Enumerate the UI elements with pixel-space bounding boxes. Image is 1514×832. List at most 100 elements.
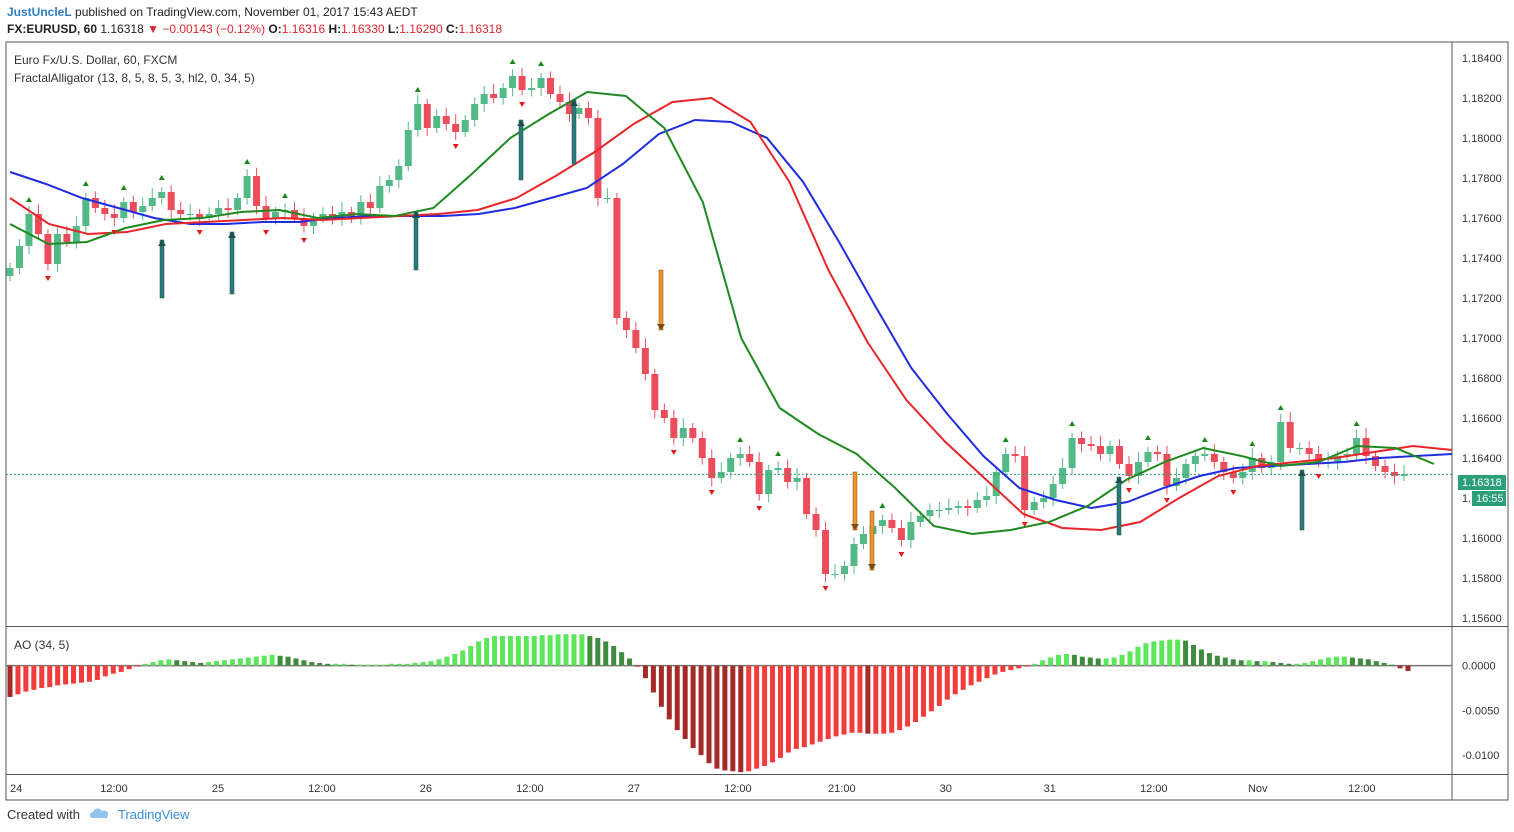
time-tick-label: Nov (1248, 783, 1268, 795)
candle-body (594, 118, 602, 198)
price-tick-label: 1.16000 (1462, 533, 1502, 545)
fractal-up-marker (282, 193, 289, 198)
price-tick-label: 1.18000 (1462, 133, 1502, 145)
candle-body (660, 410, 668, 418)
candle-body (717, 472, 725, 478)
ao-bar (1071, 654, 1077, 666)
chart-canvas[interactable]: 1.18400 1.18200 1.18000 1.17800 1.17600 1.174… (0, 0, 1514, 832)
ao-bar (936, 665, 942, 706)
price-tick-label: 1.15600 (1462, 613, 1502, 625)
ao-bar (706, 665, 712, 764)
ao-bar (714, 665, 720, 769)
candle-body (556, 94, 564, 102)
fractal-down-marker (263, 230, 270, 235)
candle-body (82, 198, 90, 226)
fractal-down-marker (452, 144, 459, 149)
ao-bar (587, 636, 593, 666)
ao-bar (635, 665, 641, 667)
ao-bar (730, 665, 736, 772)
candle-body (224, 208, 232, 210)
ao-tick-label: -0.0100 (1462, 750, 1499, 762)
ao-bar (301, 660, 307, 666)
ao-bar (1246, 660, 1252, 666)
fractal-up-marker (509, 59, 516, 64)
candle-body (1277, 422, 1285, 462)
ao-bar (1262, 661, 1268, 666)
ao-bar (976, 665, 982, 682)
candle-body (1040, 498, 1048, 502)
sell-signal-arrow (869, 510, 875, 571)
candle-body (253, 176, 261, 206)
candle-body (480, 94, 488, 104)
fractal-down-marker (756, 506, 763, 511)
ao-bar (357, 664, 362, 666)
time-tick-label: 24 (10, 783, 22, 795)
candle-body (651, 374, 659, 410)
time-tick-label: 27 (628, 783, 640, 795)
candle-body (784, 468, 792, 482)
ao-bar (285, 656, 291, 666)
ao-bar (881, 665, 887, 734)
candle-body (689, 428, 697, 438)
candle-body (243, 176, 251, 198)
ao-bar (944, 665, 950, 700)
ao-bar (94, 665, 100, 680)
ao-bar (857, 665, 863, 733)
ao-bar (754, 665, 760, 769)
ao-bar (1040, 660, 1046, 666)
buy-signal-arrow (159, 239, 165, 299)
candle-body (983, 496, 991, 500)
ao-tick-label: 0.0000 (1462, 661, 1496, 673)
ao-bar (968, 665, 974, 686)
ao-bar (1286, 663, 1292, 666)
buy-signal-arrow-head (158, 240, 166, 246)
candle-body (1286, 422, 1294, 448)
ao-bar (468, 645, 474, 666)
candle-body (518, 76, 526, 90)
ao-bar (1135, 646, 1141, 666)
fractal-down-marker (1315, 474, 1322, 479)
time-tick-label: 21:00 (828, 783, 856, 795)
candle-body (831, 574, 839, 575)
fractal-down-marker (44, 276, 51, 281)
ao-bar (650, 665, 656, 693)
ao-bar (293, 658, 299, 666)
ao-bar (452, 653, 458, 666)
price-tick-label: 1.18400 (1462, 53, 1502, 65)
ao-bar (1167, 639, 1173, 666)
ao-bar (1381, 662, 1387, 666)
candle-body (859, 534, 867, 544)
ao-bar (1183, 640, 1189, 666)
ao-bar (412, 662, 418, 666)
ao-bar (984, 665, 990, 679)
ao-bar (237, 658, 243, 666)
ao-bar (15, 665, 21, 695)
candle-body (1201, 454, 1209, 456)
fractal-up-marker (775, 451, 782, 456)
ao-bar (579, 634, 585, 666)
ao-bar (499, 636, 505, 666)
sell-signal-arrow-head (851, 524, 859, 530)
fractal-up-marker (120, 185, 127, 190)
candle-body (72, 226, 80, 242)
fractal-up-marker (1201, 437, 1208, 442)
ao-bar (658, 665, 664, 707)
ao-bar (539, 635, 545, 666)
fractal-down-marker (822, 586, 829, 591)
candle-body (15, 246, 23, 268)
ao-bar (277, 655, 283, 666)
ao-bar (1341, 656, 1347, 666)
price-badge: 1.16318 (1462, 477, 1502, 489)
ao-bar (126, 665, 132, 670)
ao-bar (674, 665, 680, 731)
candle-body (139, 206, 147, 212)
candle-body (499, 88, 507, 98)
ao-bar (182, 661, 188, 666)
ao-bar (627, 658, 633, 666)
candle-body (1210, 454, 1218, 462)
ao-bar (460, 650, 466, 666)
candle-body (1078, 438, 1086, 444)
ao-bar (1326, 657, 1332, 666)
buy-signal-arrow (229, 231, 235, 295)
tradingview-link[interactable]: TradingView (118, 807, 190, 822)
